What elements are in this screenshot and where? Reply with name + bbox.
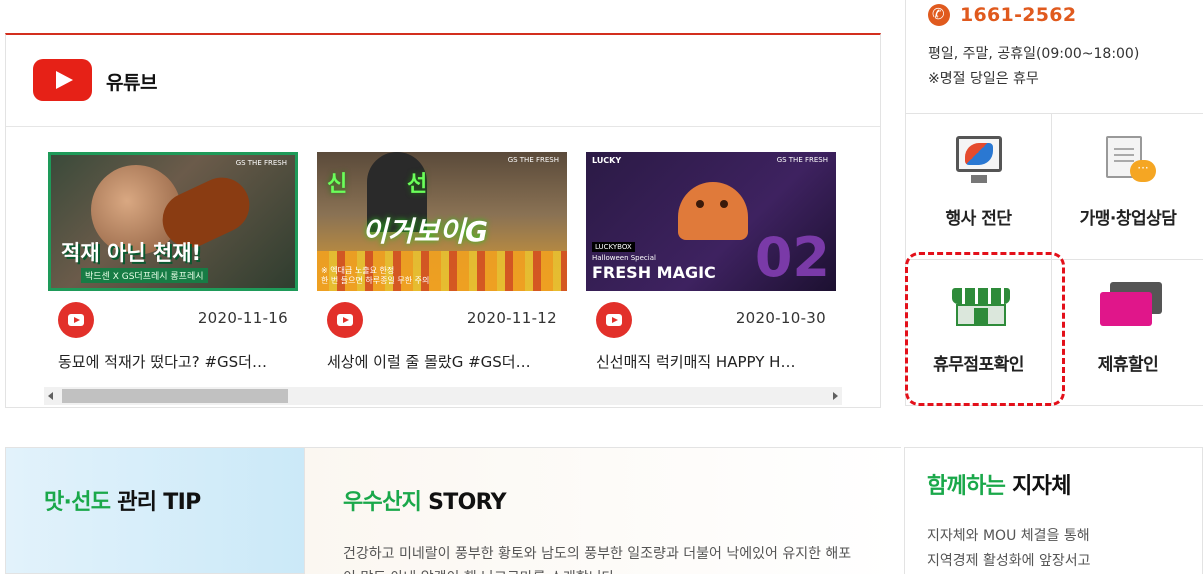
customer-service-panel: 1661-2562 평일, 주말, 공휴일(09:00~18:00) ※명절 당… <box>905 0 1203 406</box>
thumbnail-subcaption: ※ 엑대급 노출요 한정 한 번 들으면 하루종일 무한 주의 <box>321 266 430 285</box>
quick-menu: 행사 전단 가맹·창업상담 휴무점포확인 제휴할인 <box>906 113 1203 406</box>
video-date: 2020-11-12 <box>466 309 557 327</box>
phone-icon <box>928 4 950 26</box>
youtube-play-icon <box>596 302 632 338</box>
video-meta: 2020-11-16 <box>48 291 298 351</box>
flyer-monitor-icon <box>956 136 1002 183</box>
consult-document-icon <box>1106 136 1156 182</box>
video-thumbnail[interactable]: LUCKY GS THE FRESH LUCKYBOX Halloween Sp… <box>586 152 836 291</box>
video-meta: 2020-11-12 <box>317 291 567 351</box>
scroll-right-icon[interactable] <box>833 392 838 400</box>
video-date: 2020-11-16 <box>197 309 288 327</box>
thumbnail-episode-number: 02 <box>754 226 830 289</box>
thumbnail-caption-b: 선 <box>407 172 428 197</box>
tip-title: 맛·선도 관리 TIP <box>44 484 201 516</box>
thumbnail-caption: 적재 아닌 천재! <box>61 241 202 265</box>
store-door <box>974 308 988 326</box>
store-icon <box>952 282 1010 328</box>
service-hours-text: 평일, 주말, 공휴일(09:00~18:00) <box>928 46 1140 62</box>
youtube-play-icon <box>58 302 94 338</box>
menu-label: 행사 전단 <box>945 209 1012 229</box>
menu-flyer[interactable]: 행사 전단 <box>906 114 1052 260</box>
service-hours: 평일, 주말, 공휴일(09:00~18:00) ※명절 당일은 휴무 <box>928 42 1139 92</box>
youtube-header: 유튜브 <box>6 35 880 127</box>
thumbnail-ghost-cookie <box>678 182 748 240</box>
scrollbar-thumb[interactable] <box>62 389 288 403</box>
thumbnail-special: Halloween Special <box>592 254 656 262</box>
municipality-title-rest: 지자체 <box>1005 474 1071 499</box>
menu-label: 휴무점포확인 <box>933 355 1024 375</box>
video-thumbnail[interactable]: GS THE FRESH 신 선 이거보이G ※ 엑대급 노출요 한정 한 번 … <box>317 152 567 291</box>
video-title[interactable]: 신선매직 럭키매직 HAPPY H… <box>586 351 836 372</box>
youtube-play-icon <box>327 302 363 338</box>
story-title: 우수산지 STORY <box>343 484 507 516</box>
tip-title-highlight: 맛·선도 <box>44 490 111 515</box>
phone-number[interactable]: 1661-2562 <box>960 4 1076 26</box>
thumbnail-brand: GS THE FRESH <box>507 156 559 164</box>
story-section[interactable]: 우수산지 STORY 건강하고 미네랄이 풍부한 황토와 남도의 풍부한 일조량… <box>305 447 901 574</box>
thumbnail-box-label: LUCKYBOX <box>592 242 635 252</box>
video-list: GS THE FRESH 적재 아닌 천재! 박드센 X GS더프레시 롱프레시… <box>48 152 836 372</box>
municipality-text: 지자체와 MOU 체결을 통해 지역경제 활성화에 앞장서고 <box>927 524 1090 574</box>
thumbnail-caption-a: 신 <box>327 172 348 197</box>
thumbnail-caption: 이거보이G <box>362 215 489 248</box>
video-title[interactable]: 동묘에 적재가 떴다고? #GS더… <box>48 351 298 372</box>
municipality-line: 지자체와 MOU 체결을 통해 <box>927 528 1090 544</box>
video-thumbnail[interactable]: GS THE FRESH 적재 아닌 천재! 박드센 X GS더프레시 롱프레시 <box>48 152 298 291</box>
bottom-sections: 맛·선도 관리 TIP 우수산지 STORY 건강하고 미네랄이 풍부한 황토와… <box>5 447 1203 574</box>
scroll-left-icon[interactable] <box>48 392 53 400</box>
thumbnail-lucky-logo: LUCKY <box>592 156 622 165</box>
municipality-title: 함께하는 지자체 <box>927 468 1071 500</box>
youtube-panel: 유튜브 GS THE FRESH 적재 아닌 천재! 박드센 X GS더프레시 … <box>5 33 881 408</box>
municipality-line: 지역경제 활성화에 앞장서고 <box>927 553 1091 569</box>
menu-label: 제휴할인 <box>1097 355 1159 375</box>
story-title-rest: STORY <box>421 490 506 515</box>
video-date: 2020-10-30 <box>735 309 826 327</box>
municipality-section[interactable]: 함께하는 지자체 지자체와 MOU 체결을 통해 지역경제 활성화에 앞장서고 <box>904 447 1203 574</box>
video-card[interactable]: LUCKY GS THE FRESH LUCKYBOX Halloween Sp… <box>586 152 836 372</box>
thumbnail-caption: FRESH MAGIC <box>592 263 716 282</box>
card-front <box>1100 292 1152 326</box>
menu-closed-stores[interactable]: 휴무점포확인 <box>906 260 1052 406</box>
menu-franchise-consult[interactable]: 가맹·창업상담 <box>1052 114 1203 260</box>
thumbnail-brand: GS THE FRESH <box>235 159 287 167</box>
menu-label: 가맹·창업상담 <box>1079 209 1177 229</box>
tip-title-rest: 관리 TIP <box>110 490 201 515</box>
horizontal-scrollbar[interactable] <box>44 387 842 405</box>
youtube-title: 유튜브 <box>106 72 157 94</box>
thumbnail-brand: GS THE FRESH <box>776 156 828 164</box>
video-card[interactable]: GS THE FRESH 적재 아닌 천재! 박드센 X GS더프레시 롱프레시… <box>48 152 298 372</box>
video-meta: 2020-10-30 <box>586 291 836 351</box>
story-title-highlight: 우수산지 <box>343 490 422 515</box>
story-text: 건강하고 미네랄이 풍부한 황토와 남도의 풍부한 일조량과 더불어 낙에있어 … <box>343 546 852 574</box>
video-card[interactable]: GS THE FRESH 신 선 이거보이G ※ 엑대급 노출요 한정 한 번 … <box>317 152 567 372</box>
holiday-note: ※명절 당일은 휴무 <box>928 71 1039 87</box>
thumbnail-subcaption: 박드센 X GS더프레시 롱프레시 <box>81 268 208 283</box>
video-title[interactable]: 세상에 이럴 줄 몰랐G #GS더… <box>317 351 567 372</box>
municipality-title-highlight: 함께하는 <box>927 474 1006 499</box>
store-awning <box>952 288 1010 304</box>
discount-card-icon <box>1100 282 1162 330</box>
phone-row: 1661-2562 <box>928 4 1076 26</box>
youtube-logo-icon <box>33 59 92 101</box>
menu-partner-discount[interactable]: 제휴할인 <box>1052 260 1203 406</box>
tip-section[interactable]: 맛·선도 관리 TIP <box>5 447 305 574</box>
